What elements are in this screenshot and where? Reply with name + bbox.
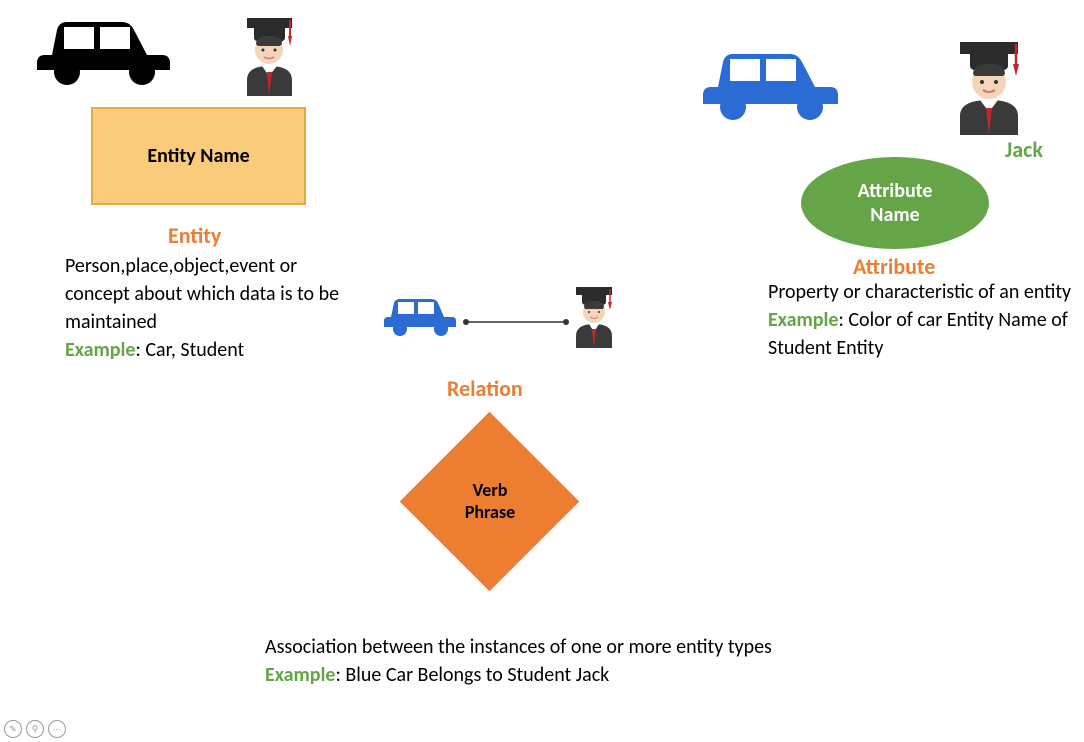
attribute-example-label: Example: [768, 308, 839, 332]
attribute-description-block: Property or characteristic of an entity …: [768, 278, 1073, 362]
edit-icon-button[interactable]: ✎: [4, 720, 22, 738]
relation-example-text: : Blue Car Belongs to Student Jack: [336, 663, 610, 687]
graduate-icon-rel: [565, 280, 623, 353]
more-icon-button[interactable]: ⋯: [48, 720, 66, 738]
attribute-heading: Attribute: [853, 253, 935, 280]
graduate-icon-entity: [232, 8, 307, 101]
relation-line: [461, 313, 571, 332]
entity-example-label: Example: [65, 338, 136, 362]
entity-description-block: Person,place,object,event or concept abo…: [65, 252, 355, 364]
relation-description-block: Association between the instances of one…: [265, 633, 785, 689]
attribute-description: Property or characteristic of an entity: [768, 280, 1071, 304]
car-icon-blue-attr: [690, 29, 850, 129]
zoom-icon-button[interactable]: ⚲: [26, 720, 44, 738]
relation-heading: Relation: [447, 375, 523, 402]
bottom-icon-bar: ✎ ⚲ ⋯: [4, 720, 66, 738]
relation-example-label: Example: [265, 663, 336, 687]
entity-shape-label: Entity Name: [147, 144, 249, 168]
entity-heading: Entity: [168, 222, 221, 249]
entity-description: Person,place,object,event or concept abo…: [65, 254, 339, 334]
attribute-shape-label: AttributeName: [858, 179, 933, 227]
relation-shape-diamond: VerbPhrase: [400, 412, 580, 592]
attribute-shape-ellipse: AttributeName: [801, 157, 989, 249]
jack-label: Jack: [1005, 136, 1043, 163]
entity-shape-box: Entity Name: [91, 107, 306, 205]
entity-example-text: : Car, Student: [136, 338, 245, 362]
relation-shape-label: VerbPhrase: [465, 480, 515, 523]
graduate-icon-attr: [942, 30, 1037, 140]
relation-description: Association between the instances of one…: [265, 635, 772, 659]
car-icon-black: [22, 0, 187, 95]
car-icon-blue-rel: [376, 285, 461, 345]
